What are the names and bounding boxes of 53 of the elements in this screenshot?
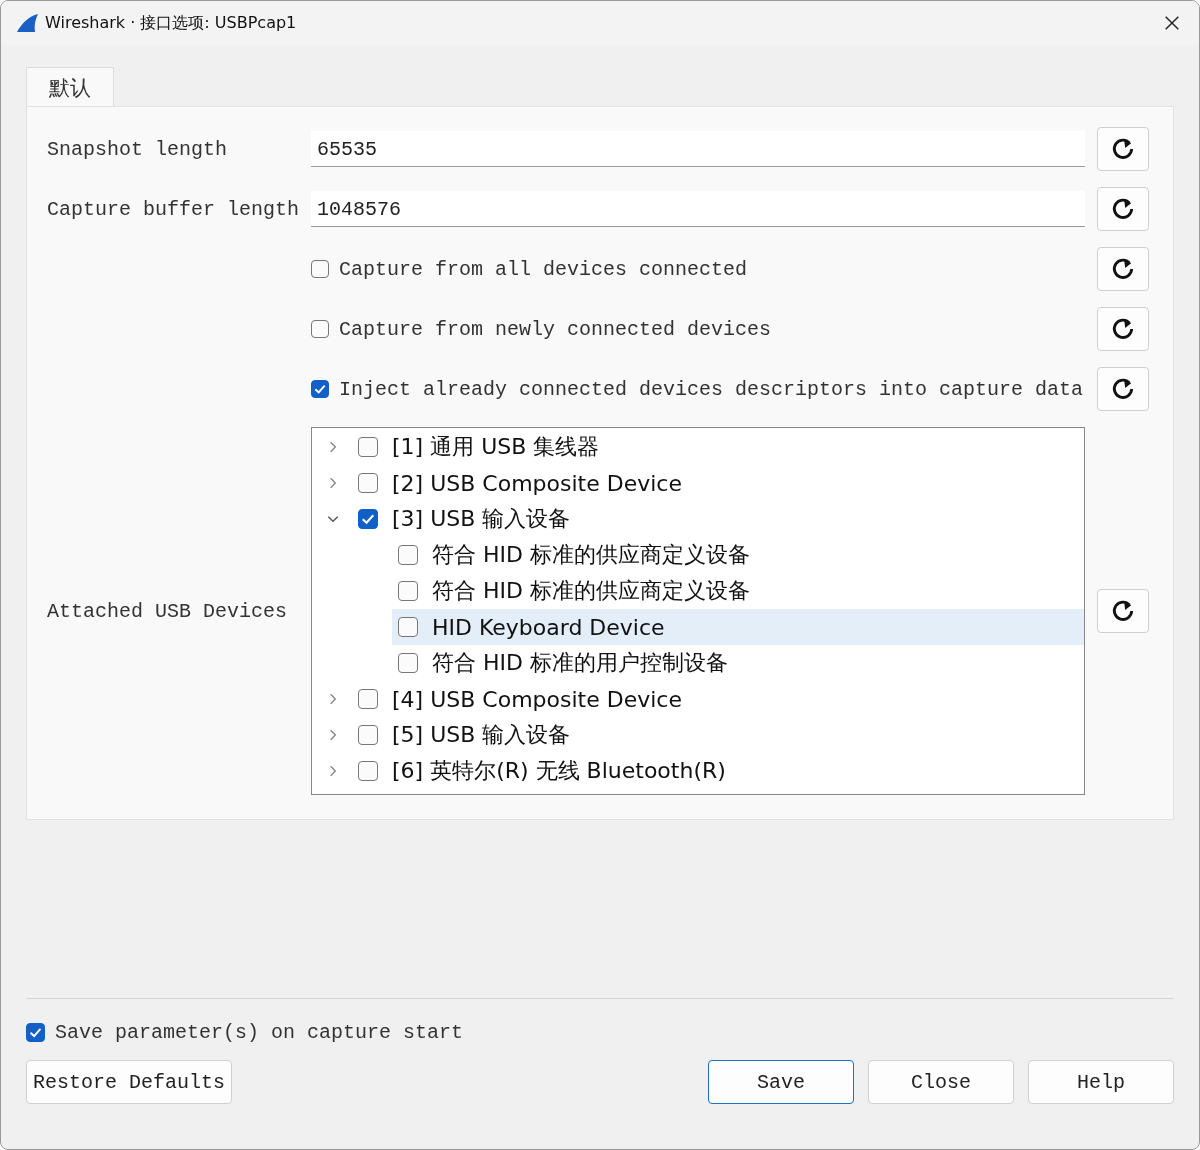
checkbox[interactable] [311,260,329,278]
dialog-button[interactable]: Close [868,1060,1014,1104]
checkbox[interactable] [358,725,378,745]
reset-button[interactable] [1097,187,1149,231]
dialog-button[interactable]: Restore Defaults [26,1060,233,1104]
tree-item[interactable]: [2] USB Composite Device [312,465,1084,501]
fin-logo-icon [15,13,39,33]
tree-item[interactable]: 符合 HID 标准的用户控制设备 [312,645,1084,681]
reset-button[interactable] [1097,307,1149,351]
tree-item[interactable]: [3] USB 输入设备 [312,501,1084,537]
refresh-icon [1110,196,1136,222]
reset-button[interactable] [1097,367,1149,411]
option-label: Capture buffer length [47,197,300,221]
checkbox[interactable] [398,545,418,565]
checkbox[interactable] [358,689,378,709]
tree-item[interactable]: 符合 HID 标准的供应商定义设备 [312,573,1084,609]
reset-button[interactable] [1097,127,1149,171]
dialog-button[interactable]: Save [708,1060,854,1104]
input-field[interactable]: 65535 [311,131,1085,167]
dialog-button[interactable]: Help [1028,1060,1174,1104]
tree-item[interactable]: [4] USB Composite Device [312,681,1084,717]
tree-item[interactable]: [6] 英特尔(R) 无线 Bluetooth(R) [312,753,1084,789]
refresh-icon [1110,376,1136,402]
checkbox[interactable] [358,437,378,457]
tree-item[interactable]: [5] USB 输入设备 [312,717,1084,753]
input-field[interactable]: 1048576 [311,191,1085,227]
checkbox[interactable] [358,761,378,781]
refresh-icon [1110,316,1136,342]
checkbox-label: Save parameter(s) on capture start [55,1021,464,1044]
refresh-icon [1110,598,1136,624]
checkbox[interactable] [358,509,378,529]
tree-item[interactable]: HID Keyboard Device [392,609,1084,645]
close-icon[interactable] [1163,14,1181,32]
checkbox-label: Capture from newly connected devices [339,317,772,341]
tree-item[interactable]: 符合 HID 标准的供应商定义设备 [312,537,1084,573]
checkbox[interactable] [311,380,329,398]
refresh-icon [1110,136,1136,162]
refresh-icon [1110,256,1136,282]
reset-button[interactable] [1097,589,1149,633]
checkbox[interactable] [398,581,418,601]
option-label: Snapshot length [47,137,228,161]
checkbox[interactable] [26,1023,45,1042]
checkbox-label: Inject already connected devices descriptors into capture data [339,377,1084,401]
option-label: Attached USB Devices [47,599,288,623]
checkbox-label: Capture from all devices connected [339,257,748,281]
checkbox[interactable] [358,473,378,493]
reset-button[interactable] [1097,247,1149,291]
checkbox[interactable] [398,617,418,637]
tab[interactable]: 默认 [26,67,114,106]
checkbox[interactable] [311,320,329,338]
window-title: Wireshark · 接口选项: USBPcap1 [45,12,298,34]
checkbox[interactable] [398,653,418,673]
tree-item[interactable]: [1] 通用 USB 集线器 [312,429,1084,465]
